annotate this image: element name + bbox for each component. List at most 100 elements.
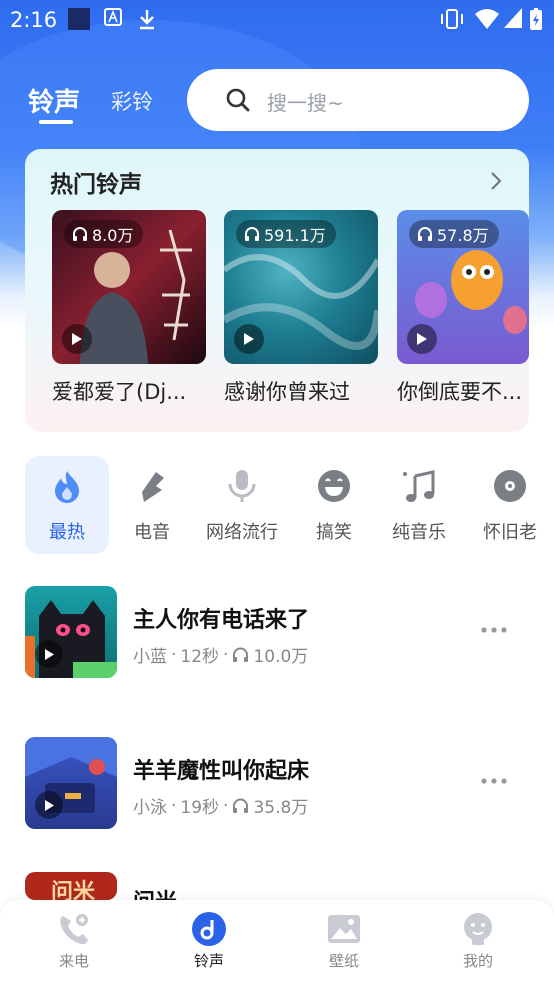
vibrate-icon xyxy=(441,9,463,29)
song-meta: 小泳 · 19秒 · 35.8万 xyxy=(133,793,309,819)
category-label: 怀旧老 xyxy=(483,522,537,543)
microphone-icon xyxy=(228,470,256,502)
active-tab-indicator xyxy=(39,120,73,124)
song-author: 小泳 xyxy=(133,798,167,818)
hot-item[interactable]: 57.8万 你倒底要不... xyxy=(397,210,529,406)
play-icon xyxy=(244,333,254,345)
song-row[interactable]: 问米 问米 xyxy=(25,872,529,900)
play-count-badge: 57.8万 xyxy=(409,220,499,248)
download-icon xyxy=(140,10,154,30)
category-popular[interactable]: 网络流行 xyxy=(200,456,284,554)
play-button[interactable] xyxy=(407,324,437,354)
hot-item-cover: 8.0万 xyxy=(52,210,206,364)
meta-separator: · xyxy=(223,644,229,665)
headphones-icon xyxy=(233,798,249,813)
music-disc-icon xyxy=(192,912,226,946)
more-options-icon[interactable] xyxy=(481,626,507,634)
hot-item[interactable]: 8.0万 爱都爱了(Dj... xyxy=(52,210,206,406)
hot-item-cover: 591.1万 xyxy=(224,210,378,364)
song-title: 问米 xyxy=(133,884,177,900)
category-label: 最热 xyxy=(49,522,85,543)
image-icon xyxy=(328,915,360,943)
song-row[interactable]: 羊羊魔性叫你起床 小泳 · 19秒 · 35.8万 xyxy=(25,737,529,829)
song-row[interactable]: 主人你有电话来了 小蓝 · 12秒 · 10.0万 xyxy=(25,586,529,678)
lightning-icon xyxy=(142,472,164,502)
category-label: 电音 xyxy=(134,522,170,543)
song-cover-text: 问米 xyxy=(51,880,96,900)
play-icon xyxy=(72,333,82,345)
song-plays: 35.8万 xyxy=(253,798,309,818)
category-nostalgic[interactable]: 怀旧老 xyxy=(468,456,552,554)
meta-separator: · xyxy=(223,795,229,816)
song-plays: 10.0万 xyxy=(253,647,309,667)
song-duration: 19秒 xyxy=(180,798,220,818)
headphones-icon xyxy=(245,227,259,241)
play-button[interactable] xyxy=(62,324,92,354)
profile-icon xyxy=(464,913,492,945)
play-icon xyxy=(44,648,54,660)
song-duration: 12秒 xyxy=(180,647,220,667)
nav-label: 铃声 xyxy=(193,952,224,970)
category-row: 最热 电音 网络流行 搞笑 纯音乐 怀旧老 xyxy=(0,456,554,556)
category-funny[interactable]: 搞笑 xyxy=(292,456,376,554)
category-label: 纯音乐 xyxy=(392,522,446,543)
category-pure-music[interactable]: 纯音乐 xyxy=(377,456,461,554)
play-button[interactable] xyxy=(35,791,63,819)
category-label: 搞笑 xyxy=(316,522,352,543)
chevron-right-icon[interactable] xyxy=(489,171,503,191)
play-count: 591.1万 xyxy=(264,226,326,245)
laugh-face-icon xyxy=(318,470,350,502)
headphones-icon xyxy=(73,227,87,241)
hot-item-name: 你倒底要不... xyxy=(397,380,523,404)
hot-item-name: 感谢你曾来过 xyxy=(224,380,350,404)
search-icon xyxy=(226,88,250,112)
meta-separator: · xyxy=(171,795,177,816)
hot-item-name: 爱都爱了(Dj... xyxy=(52,380,187,404)
search-placeholder: 搜一搜~ xyxy=(267,91,344,115)
nav-label: 来电 xyxy=(58,952,89,970)
song-cover xyxy=(25,737,117,829)
hot-ringtones-card: 热门铃声 8.0万 爱都爱了(Dj... 591.1万 感谢你曾来过 57.8万… xyxy=(25,149,529,432)
tab-color-ring[interactable]: 彩铃 xyxy=(111,86,153,116)
category-electronic[interactable]: 电音 xyxy=(110,456,194,554)
hot-item[interactable]: 591.1万 感谢你曾来过 xyxy=(224,210,378,406)
song-title: 主人你有电话来了 xyxy=(133,608,310,633)
status-time: 2:16 xyxy=(10,8,58,32)
play-count-badge: 8.0万 xyxy=(64,220,144,248)
play-button[interactable] xyxy=(234,324,264,354)
song-cover: 问米 xyxy=(25,872,117,900)
more-options-icon[interactable] xyxy=(481,777,507,785)
status-bar: 2:16 xyxy=(0,0,554,40)
meta-separator: · xyxy=(171,644,177,665)
play-button[interactable] xyxy=(35,640,63,668)
tab-ringtone[interactable]: 铃声 xyxy=(28,82,80,119)
headphones-icon xyxy=(418,227,432,241)
flame-icon xyxy=(55,471,79,503)
nav-label: 壁纸 xyxy=(328,952,359,970)
play-count-badge: 591.1万 xyxy=(236,220,336,248)
bottom-nav: 来电 铃声 壁纸 我的 xyxy=(0,900,554,984)
music-note-icon xyxy=(403,470,435,502)
category-hot[interactable]: 最热 xyxy=(25,456,109,554)
play-count: 57.8万 xyxy=(437,226,489,245)
song-title: 羊羊魔性叫你起床 xyxy=(133,759,310,784)
song-meta: 小蓝 · 12秒 · 10.0万 xyxy=(133,642,309,668)
hot-ringtones-title: 热门铃声 xyxy=(50,172,142,198)
battery-icon xyxy=(530,8,542,30)
signal-icon xyxy=(504,8,522,28)
phone-icon xyxy=(60,914,88,945)
wifi-icon xyxy=(475,9,499,29)
play-count: 8.0万 xyxy=(92,226,134,245)
play-icon xyxy=(44,799,54,811)
song-author: 小蓝 xyxy=(133,647,167,667)
nav-label: 我的 xyxy=(462,952,493,970)
song-cover xyxy=(25,586,117,678)
notification-square-icon xyxy=(68,8,90,30)
category-label: 网络流行 xyxy=(206,522,278,543)
hot-item-cover: 57.8万 xyxy=(397,210,529,364)
notification-a-icon xyxy=(104,8,122,26)
play-icon xyxy=(417,333,427,345)
search-input[interactable]: 搜一搜~ xyxy=(187,69,529,131)
disc-icon xyxy=(494,470,526,502)
headphones-icon xyxy=(233,647,249,662)
